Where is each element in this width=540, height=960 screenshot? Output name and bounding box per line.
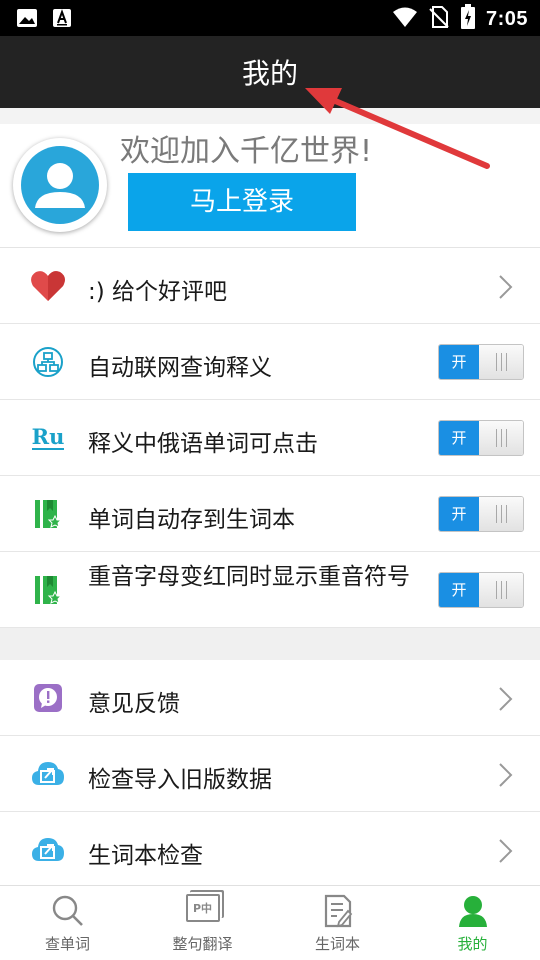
toggle-on-text: 开: [439, 345, 479, 379]
tab-lookup-word[interactable]: 查单词: [0, 886, 135, 960]
toggle-on-text: 开: [439, 421, 479, 455]
rate-app-label: :) 给个好评吧: [88, 279, 228, 305]
auto-online-lookup-toggle[interactable]: 开: [438, 344, 524, 380]
search-icon: [50, 894, 86, 928]
wifi-icon: [392, 6, 418, 32]
vocab-book-icon: [30, 496, 66, 532]
welcome-text: 欢迎加入千亿世界!: [120, 134, 373, 169]
rate-app-row[interactable]: :) 给个好评吧: [0, 248, 540, 324]
toggle-knob: [479, 497, 523, 531]
tab-vocab-book-label: 生词本: [314, 935, 360, 953]
feedback-row[interactable]: 意见反馈: [0, 660, 540, 736]
cloud-import-icon: [30, 756, 66, 792]
feedback-icon: [30, 680, 66, 716]
section-divider: [0, 628, 540, 660]
person-icon: [455, 894, 491, 928]
auto-online-lookup-label: 自动联网查询释义: [88, 355, 272, 381]
toggle-knob: [479, 421, 523, 455]
auto-save-vocab-toggle[interactable]: 开: [438, 496, 524, 532]
tab-mine-label: 我的: [457, 935, 488, 953]
settings-list: :) 给个好评吧 自动联网查询释义 开 Ru 释义中俄语单词可点击 开 单词自动…: [0, 248, 540, 628]
login-button[interactable]: 马上登录: [128, 173, 356, 231]
page-title: 我的: [241, 57, 298, 90]
battery-icon: [460, 4, 476, 34]
toggle-on-text: 开: [439, 497, 479, 531]
toggle-knob: [479, 345, 523, 379]
heart-icon: [30, 268, 66, 304]
clock: 7:05: [485, 7, 528, 30]
notebook-icon: [320, 894, 356, 928]
russian-clickable-row: Ru 释义中俄语单词可点击 开: [0, 400, 540, 476]
auto-save-vocab-row: 单词自动存到生词本 开: [0, 476, 540, 552]
import-old-data-row[interactable]: 检查导入旧版数据: [0, 736, 540, 812]
chevron-right-icon: [494, 274, 518, 300]
ru-icon: Ru: [30, 420, 66, 456]
tab-lookup-word-label: 查单词: [44, 935, 90, 953]
vocab-book-icon: [30, 572, 66, 608]
image-notification-icon: [16, 8, 38, 32]
russian-clickable-toggle[interactable]: 开: [438, 420, 524, 456]
profile-card: 欢迎加入千亿世界! 马上登录: [0, 124, 540, 248]
chevron-right-icon: [494, 686, 518, 712]
more-list: 意见反馈 检查导入旧版数据 生词本检查: [0, 660, 540, 888]
stress-mark-toggle[interactable]: 开: [438, 572, 524, 608]
toggle-knob: [479, 573, 523, 607]
status-bar: 7:05: [0, 0, 540, 36]
chevron-right-icon: [494, 762, 518, 788]
tab-sentence-translate[interactable]: P中 整句翻译: [135, 886, 270, 960]
toggle-on-text: 开: [439, 573, 479, 607]
stress-mark-label: 重音字母变红同时显示重音符号: [88, 564, 410, 590]
vocab-check-label: 生词本检查: [88, 843, 203, 869]
vocab-check-row[interactable]: 生词本检查: [0, 812, 540, 888]
translate-icon: P中: [185, 894, 220, 922]
bottom-nav: 查单词 P中 整句翻译 生词本 我的: [0, 885, 540, 960]
network-icon: [30, 344, 66, 380]
ru-icon-text: Ru: [31, 424, 65, 450]
stress-mark-row: 重音字母变红同时显示重音符号 开: [0, 552, 540, 628]
font-notification-icon: [52, 8, 72, 32]
feedback-label: 意见反馈: [88, 691, 180, 717]
auto-save-vocab-label: 单词自动存到生词本: [88, 507, 295, 533]
tab-mine[interactable]: 我的: [405, 886, 540, 960]
import-old-data-label: 检查导入旧版数据: [88, 767, 272, 793]
avatar[interactable]: [13, 138, 107, 232]
translate-icon-text: P中: [192, 902, 213, 915]
tab-sentence-translate-label: 整句翻译: [172, 935, 233, 953]
auto-online-lookup-row: 自动联网查询释义 开: [0, 324, 540, 400]
no-sim-icon: [428, 5, 450, 33]
cloud-import-icon: [30, 832, 66, 868]
russian-clickable-label: 释义中俄语单词可点击: [88, 431, 318, 457]
chevron-right-icon: [494, 838, 518, 864]
tab-vocab-book[interactable]: 生词本: [270, 886, 405, 960]
top-spacer: [0, 108, 540, 124]
avatar-person-icon: [21, 146, 99, 224]
app-bar: 我的: [0, 36, 540, 108]
